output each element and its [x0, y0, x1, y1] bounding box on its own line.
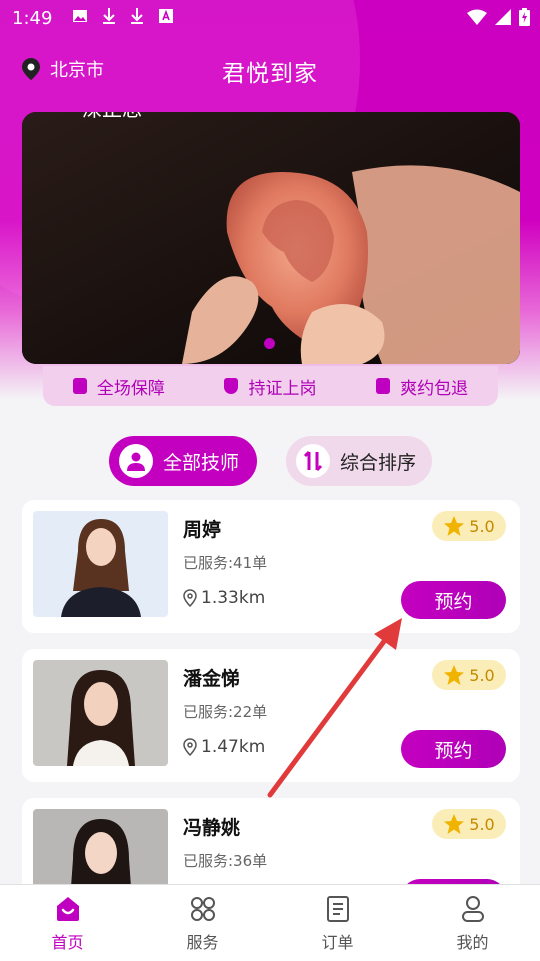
therapist-avatar — [33, 660, 168, 766]
app-title: 君悦到家 — [222, 61, 318, 87]
header: 北京市 君悦到家 — [0, 48, 540, 92]
distance-label: 1.33km — [201, 588, 266, 608]
rating-value: 5.0 — [469, 814, 495, 834]
filter-sort-label: 综合排序 — [340, 451, 417, 474]
guarantee-item: 持证上岗 — [224, 374, 316, 399]
tab-home[interactable]: 首页 — [0, 885, 135, 961]
sort-icon — [296, 444, 330, 478]
download-icon — [102, 7, 116, 29]
filter-all-therapists-button[interactable]: 全部技师 — [109, 436, 257, 486]
star-icon — [444, 516, 465, 536]
rating-value: 5.0 — [469, 665, 495, 685]
carousel-indicator[interactable] — [264, 338, 275, 349]
shield-doc-icon — [72, 378, 87, 394]
therapist-avatar — [33, 511, 168, 617]
book-button[interactable]: 预约 — [401, 581, 506, 619]
banner-partial-text: 深正念 — [82, 112, 142, 121]
banner-image: 深正念 — [22, 112, 520, 364]
tab-services[interactable]: 服务 — [135, 885, 270, 961]
guarantee-strip: 全场保障 持证上岗 爽约包退 — [43, 366, 498, 406]
rating-badge: 5.0 — [432, 809, 506, 839]
distance-label: 1.47km — [201, 737, 266, 757]
status-time: 1:49 — [12, 7, 53, 29]
download-icon — [130, 7, 144, 29]
tab-label: 首页 — [51, 933, 84, 952]
tab-label: 我的 — [456, 933, 489, 952]
user-icon — [461, 896, 484, 922]
location-pin-icon — [183, 738, 197, 756]
tab-orders[interactable]: 订单 — [270, 885, 405, 961]
status-bar: 1:49 — [0, 0, 540, 36]
therapist-card[interactable]: 潘金悌 已服务:22单 1.47km 5.0 预约 — [22, 649, 520, 782]
money-icon — [376, 378, 391, 394]
tab-label: 订单 — [321, 933, 354, 952]
therapist-name: 周婷 — [183, 519, 222, 541]
image-icon — [72, 8, 88, 28]
rating-badge: 5.0 — [432, 511, 506, 541]
battery-charging-icon — [519, 8, 530, 31]
guarantee-label: 爽约包退 — [400, 378, 469, 399]
banner-carousel[interactable]: 深正念 — [22, 112, 520, 364]
filter-all-label: 全部技师 — [163, 451, 240, 474]
distance: 1.47km — [183, 737, 265, 757]
home-icon — [56, 897, 79, 921]
star-icon — [444, 665, 465, 685]
location-pin-icon — [183, 589, 197, 607]
guarantee-item: 爽约包退 — [376, 374, 468, 399]
order-list-icon — [326, 896, 349, 922]
served-count: 已服务:22单 — [183, 703, 268, 721]
wifi-icon — [467, 9, 487, 30]
filter-sort-button[interactable]: 综合排序 — [286, 436, 432, 486]
shield-check-icon — [224, 378, 239, 394]
rating-badge: 5.0 — [432, 660, 506, 690]
guarantee-label: 全场保障 — [96, 378, 165, 399]
therapist-name: 潘金悌 — [183, 668, 241, 690]
font-a-icon — [158, 8, 174, 28]
bottom-tab-bar: 首页 服务 订单 我的 — [0, 884, 540, 961]
rating-value: 5.0 — [469, 516, 495, 536]
grid-icon — [190, 897, 215, 921]
distance: 1.33km — [183, 588, 265, 608]
therapist-icon — [119, 444, 153, 478]
tab-profile[interactable]: 我的 — [405, 885, 540, 961]
served-count: 已服务:41单 — [183, 554, 268, 572]
book-button[interactable]: 预约 — [401, 730, 506, 768]
tab-label: 服务 — [186, 933, 219, 952]
served-count: 已服务:36单 — [183, 852, 268, 870]
therapist-card[interactable]: 周婷 已服务:41单 1.33km 5.0 预约 — [22, 500, 520, 633]
guarantee-item: 全场保障 — [72, 374, 165, 399]
therapist-name: 冯静姚 — [183, 817, 241, 839]
guarantee-label: 持证上岗 — [248, 378, 317, 399]
star-icon — [444, 814, 465, 834]
signal-icon — [495, 9, 511, 30]
